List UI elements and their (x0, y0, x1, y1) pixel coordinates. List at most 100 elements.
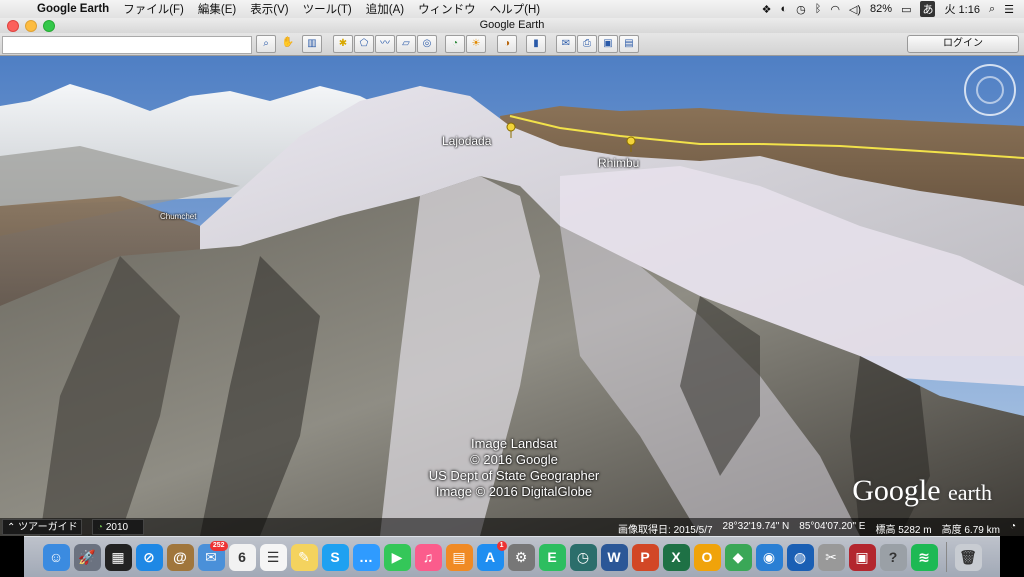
spotlight-icon[interactable]: ⌕ (989, 3, 995, 16)
word-icon[interactable]: W (600, 543, 628, 571)
menubar-status-area: ❖ ◐ ◷ ᛒ ◠ ◁) 82% ▭ あ 火 1:16 ⌕ ☰ (762, 1, 1024, 17)
notification-badge: 1 (496, 540, 507, 551)
clock[interactable]: 火 1:16 (944, 1, 979, 17)
facetime-icon[interactable]: ▶ (383, 543, 411, 571)
time-machine-icon[interactable]: ◷ (796, 3, 806, 16)
help-icon[interactable]: ? (879, 543, 907, 571)
zoom-window-button[interactable] (43, 20, 55, 32)
photo-booth-icon[interactable]: ▣ (848, 543, 876, 571)
menu-help[interactable]: ヘルプ(H) (483, 1, 547, 17)
system-preferences-icon[interactable]: ⚙ (507, 543, 535, 571)
longitude: 85°04'07.20" E (799, 521, 866, 532)
wifi-icon[interactable]: ◠ (830, 3, 840, 16)
view-in-maps-icon[interactable]: ▤ (619, 35, 639, 53)
earth-toolbar: ⌕ ✋ ▥ ✱ ⬠ 〰 ▱ ◎ ◔ ☀ ◑ ▮ ✉ ⎙ ▣ ▤ ログイン (0, 33, 1024, 56)
streaming-indicator-icon: ◔ (1009, 521, 1016, 532)
menu-add[interactable]: 追加(A) (359, 1, 411, 17)
email-icon[interactable]: ✉ (556, 35, 576, 53)
mac-menu-bar: Google Earth ファイル(F) 編集(E) 表示(V) ツール(T) … (0, 0, 1024, 19)
evernote-icon[interactable]: ◐ (780, 3, 787, 15)
skype-icon[interactable]: S (321, 543, 349, 571)
outlook-icon[interactable]: O (693, 543, 721, 571)
preview-icon[interactable]: ✂ (817, 543, 845, 571)
place-label-lajodada[interactable]: Lajodada (442, 134, 491, 148)
google-earth-logo: Google earth (852, 474, 992, 508)
tour-guide-button[interactable]: ⌃ ツアーガイド (2, 519, 82, 535)
imagery-attribution: Image Landsat © 2016 Google US Dept of S… (400, 436, 628, 500)
menu-edit[interactable]: 編集(E) (191, 1, 243, 17)
menu-app-name[interactable]: Google Earth (30, 3, 116, 15)
evernote-icon[interactable]: E (538, 543, 566, 571)
hand-icon[interactable]: ✋ (279, 35, 297, 51)
place-label-chumchet[interactable]: Chumchet (160, 212, 196, 221)
window-title-bar: Google Earth (0, 18, 1024, 33)
logo-main: Google (852, 474, 941, 507)
navigation-compass[interactable] (964, 64, 1016, 116)
sunlight-icon[interactable]: ☀ (466, 35, 486, 53)
menu-file[interactable]: ファイル(F) (116, 1, 191, 17)
login-button[interactable]: ログイン (907, 35, 1019, 53)
historical-imagery-icon[interactable]: ◔ (445, 35, 465, 53)
altitude-label: 高度 (941, 525, 962, 536)
contacts-icon[interactable]: @ (166, 543, 194, 571)
mission-control-icon[interactable]: ▦ (104, 543, 132, 571)
calendar-icon[interactable]: 6 (228, 543, 256, 571)
historical-year-button[interactable]: ◔ 2010 (92, 519, 144, 535)
dropbox-icon[interactable]: ❖ (762, 3, 772, 16)
attribution-line: © 2016 Google (470, 452, 558, 467)
sidebar-toggle-icon[interactable]: ▥ (302, 35, 322, 53)
notification-center-icon[interactable]: ☰ (1004, 3, 1014, 16)
itunes-icon[interactable]: ♫ (414, 543, 442, 571)
add-path-icon[interactable]: 〰 (375, 35, 395, 53)
ruler-icon[interactable]: ▮ (526, 35, 546, 53)
maps-icon[interactable]: ◆ (724, 543, 752, 571)
battery-percent[interactable]: 82% (870, 3, 892, 15)
finder-icon[interactable]: ☺ (42, 543, 70, 571)
dock-separator (945, 542, 947, 572)
ibooks-icon[interactable]: ▤ (445, 543, 473, 571)
placemark-pin-icon[interactable] (626, 136, 636, 152)
menu-window[interactable]: ウィンドウ (411, 1, 483, 17)
save-image-icon[interactable]: ▣ (598, 35, 618, 53)
powerpoint-icon[interactable]: P (631, 543, 659, 571)
launchpad-icon[interactable]: 🚀 (73, 543, 101, 571)
trash-icon[interactable]: 🗑 (954, 543, 982, 571)
window-controls (7, 20, 55, 32)
latitude: 28°32'19.74" N (722, 521, 790, 532)
earth-3d-view[interactable]: Lajodada Rhimbu Chumchet Image Landsat ©… (0, 56, 1024, 536)
image-overlay-icon[interactable]: ▱ (396, 35, 416, 53)
app-store-icon[interactable]: A1 (476, 540, 507, 571)
network-icon[interactable]: ◉ (755, 543, 783, 571)
place-label-rhimbu[interactable]: Rhimbu (598, 156, 639, 170)
record-tour-icon[interactable]: ◎ (417, 35, 437, 53)
add-polygon-icon[interactable]: ⬠ (354, 35, 374, 53)
time-machine-icon[interactable]: ◷ (569, 543, 597, 571)
mail-icon[interactable]: ✉ 252 (197, 540, 228, 571)
add-placemark-icon[interactable]: ✱ (333, 35, 353, 53)
menu-view[interactable]: 表示(V) (243, 1, 295, 17)
google-earth-icon[interactable]: ◍ (786, 543, 814, 571)
battery-icon[interactable]: ▭ (901, 3, 911, 16)
search-icon[interactable]: ⌕ (256, 35, 276, 53)
menu-tools[interactable]: ツール(T) (296, 1, 359, 17)
bluetooth-icon[interactable]: ᛒ (815, 3, 822, 15)
switch-to-sky-icon[interactable]: ◑ (497, 35, 517, 53)
spotify-icon[interactable]: ≋ (910, 543, 938, 571)
safari-icon[interactable]: ⊘ (135, 543, 163, 571)
search-input[interactable] (2, 36, 252, 54)
notes-icon[interactable]: ✎ (290, 543, 318, 571)
coordinates-readout: 画像取得日: 2015/5/7 28°32'19.74" N 85°04'07.… (618, 521, 1016, 536)
print-icon[interactable]: ⎙ (577, 35, 597, 53)
excel-icon[interactable]: X (662, 543, 690, 571)
messages-icon[interactable]: … (352, 543, 380, 571)
reminders-icon[interactable]: ☰ (259, 543, 287, 571)
placemark-pin-icon[interactable] (506, 122, 516, 138)
window-title: Google Earth (479, 19, 545, 31)
elevation-label: 標高 (875, 525, 896, 536)
attribution-line: Image © 2016 DigitalGlobe (435, 484, 593, 499)
volume-icon[interactable]: ◁) (849, 3, 861, 16)
close-window-button[interactable] (7, 20, 19, 32)
input-method[interactable]: あ (920, 1, 936, 17)
notification-badge: 252 (209, 540, 228, 551)
minimize-window-button[interactable] (25, 20, 37, 32)
